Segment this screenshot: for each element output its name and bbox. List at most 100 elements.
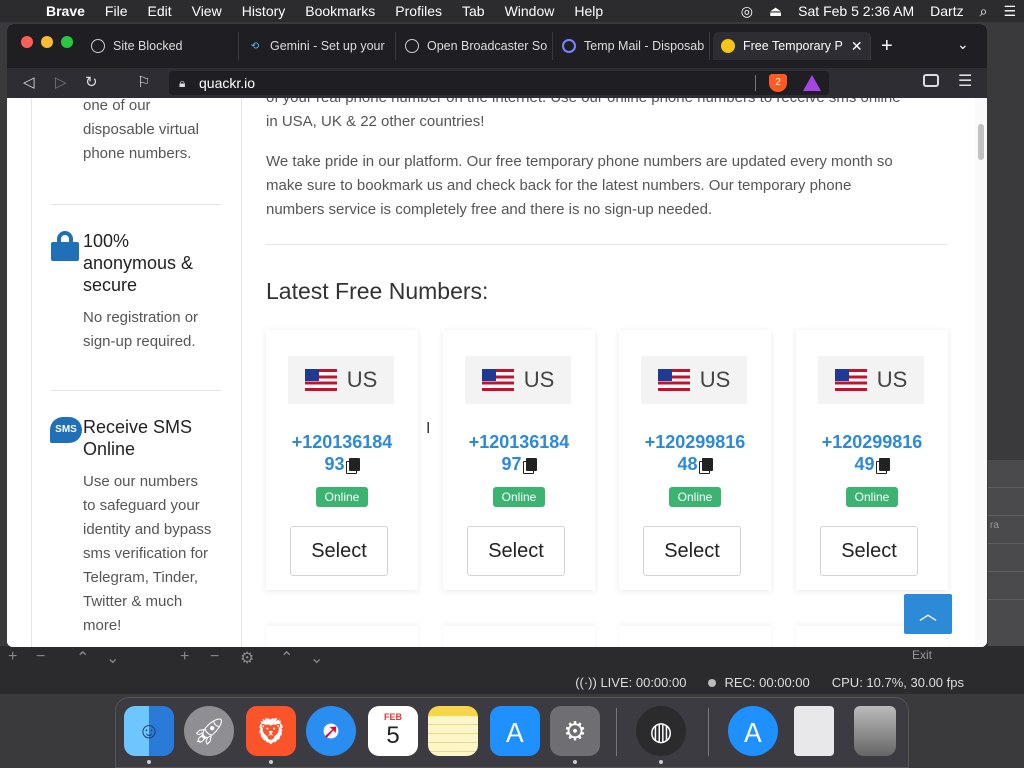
status-badge: Online [846,487,898,507]
zoom-window-button[interactable] [61,36,73,48]
obs-panel-row: ra [988,520,1024,544]
address-bar[interactable]: 🔒︎ quackr.io 2 [169,71,829,95]
close-window-button[interactable] [21,36,33,48]
eject-icon[interactable]: ⏏ [761,3,790,20]
notes-app-icon[interactable] [428,706,478,756]
running-indicator [147,760,151,764]
page-scrollbar[interactable] [975,98,987,647]
chevron-down-icon[interactable]: ⌄ [957,36,969,53]
copy-icon[interactable] [878,458,890,471]
select-button[interactable]: Select [290,526,388,576]
select-button[interactable]: Select [467,526,565,576]
status-badge: Online [669,487,721,507]
add-icon[interactable]: + [180,648,189,666]
obs-icon [405,39,419,53]
control-center-icon[interactable]: ☰ [995,3,1024,20]
latest-numbers-heading: Latest Free Numbers: [266,278,489,304]
dock-separator [708,708,709,756]
phone-number[interactable]: +120299816 48 [619,431,771,475]
wallet-icon[interactable] [923,74,939,87]
minimize-window-button[interactable] [41,36,53,48]
dock-separator [616,708,617,756]
browser-toolbar: ◁ ▷ ↻ ⚐ 🔒︎ quackr.io 2 ☰ [7,68,987,98]
gear-icon[interactable]: ⚙ [240,648,254,668]
close-tab-icon[interactable]: ✕ [843,38,870,55]
menubar-clock[interactable]: Sat Feb 5 2:36 AM [790,3,922,19]
tab-site-blocked[interactable]: Site Blocked [83,32,239,60]
copy-icon[interactable] [525,458,537,471]
scrollbar-thumb[interactable] [978,124,984,160]
obs-app-icon[interactable]: ◍ [636,706,686,756]
chevron-up-icon: ︿ [919,604,937,624]
copy-icon[interactable] [701,458,713,471]
tab-free-temporary[interactable]: Free Temporary P ✕ [713,32,871,60]
country-label: US [818,356,924,404]
brave-shields-icon[interactable]: 2 [769,74,787,92]
menu-help[interactable]: Help [564,3,613,19]
move-down-icon[interactable]: ⌄ [106,648,119,668]
remove-icon[interactable]: − [36,648,45,666]
menu-window[interactable]: Window [495,3,565,19]
tab-gemini[interactable]: ⟲ Gemini - Set up your [240,32,396,60]
select-button[interactable]: Select [643,526,741,576]
obs-status-icon[interactable]: ◎ [733,3,761,20]
finder-app-icon[interactable]: ☺ [124,706,174,756]
select-button[interactable]: Select [820,526,918,576]
obs-rec-status: REC: 00:00:00 [708,675,810,690]
menu-tab[interactable]: Tab [452,3,495,19]
obs-exit-button[interactable]: Exit [856,644,988,666]
scroll-to-top-button[interactable]: ︿ [904,594,952,634]
phone-number[interactable]: +120136184 97 [443,431,595,475]
copy-icon[interactable] [348,458,360,471]
gemini-icon: ⟲ [250,40,260,52]
feature-title-anonymous: 100% anonymous & secure [83,231,194,295]
menu-app-name[interactable]: Brave [36,3,95,19]
system-preferences-app-icon[interactable]: ⚙ [550,706,600,756]
reload-button[interactable]: ↻ [85,73,98,91]
menubar-user[interactable]: Dartz [922,3,971,19]
back-button[interactable]: ◁ [23,73,35,91]
move-up-icon[interactable]: ⌃ [280,648,293,668]
new-tab-button[interactable]: + [881,35,893,58]
window-controls [21,36,73,48]
obs-side-panel: ra [988,460,1024,646]
app-store-app-icon[interactable]: Ａ [490,706,540,756]
feature-text-anonymous: No registration or sign-up required. [83,309,199,350]
move-up-icon[interactable]: ⌃ [76,648,89,668]
phone-number[interactable]: +120299816 49 [796,431,948,475]
safari-app-icon[interactable]: ➚ [306,706,356,756]
tab-obs[interactable]: Open Broadcaster So [397,32,553,60]
spotlight-search-icon[interactable]: ⌕ [972,3,996,20]
menu-profiles[interactable]: Profiles [385,3,452,19]
number-card: US +120299816 48 Online Select [619,330,771,590]
menu-file[interactable]: File [95,3,138,19]
sidebar-divider [51,204,221,205]
menu-history[interactable]: History [232,3,296,19]
forward-button[interactable]: ▷ [55,73,67,91]
hamburger-menu-icon[interactable]: ☰ [958,71,972,91]
menu-edit[interactable]: Edit [137,3,181,19]
menu-view[interactable]: View [182,3,232,19]
calendar-app-icon[interactable]: FEB 5 [368,706,418,756]
remove-icon[interactable]: − [210,648,219,666]
document-icon[interactable] [794,706,834,756]
brave-rewards-icon[interactable] [803,75,821,91]
number-card: US +120136184 93 Online Select [266,330,418,590]
status-badge: Online [493,487,545,507]
app-store-downloads-icon[interactable]: Ａ [728,706,778,756]
brave-browser-app-icon[interactable]: 🦁︎ [246,706,296,756]
address-bar-divider [755,75,756,91]
bookmark-icon[interactable]: ⚐ [137,73,150,91]
intro-paragraph: of your real phone number on the interne… [266,98,901,130]
move-down-icon[interactable]: ⌄ [310,648,323,668]
sms-icon: SMS [50,417,82,443]
add-icon[interactable]: + [8,648,17,666]
launchpad-app-icon[interactable]: 🚀︎ [184,706,234,756]
menu-bookmarks[interactable]: Bookmarks [295,3,385,19]
record-dot-icon [708,678,717,687]
tab-temp-mail[interactable]: Temp Mail - Disposab [554,32,710,60]
us-flag-icon [481,369,514,391]
trash-icon[interactable] [854,706,896,756]
country-label: US [465,356,571,404]
phone-number[interactable]: +120136184 93 [266,431,418,475]
